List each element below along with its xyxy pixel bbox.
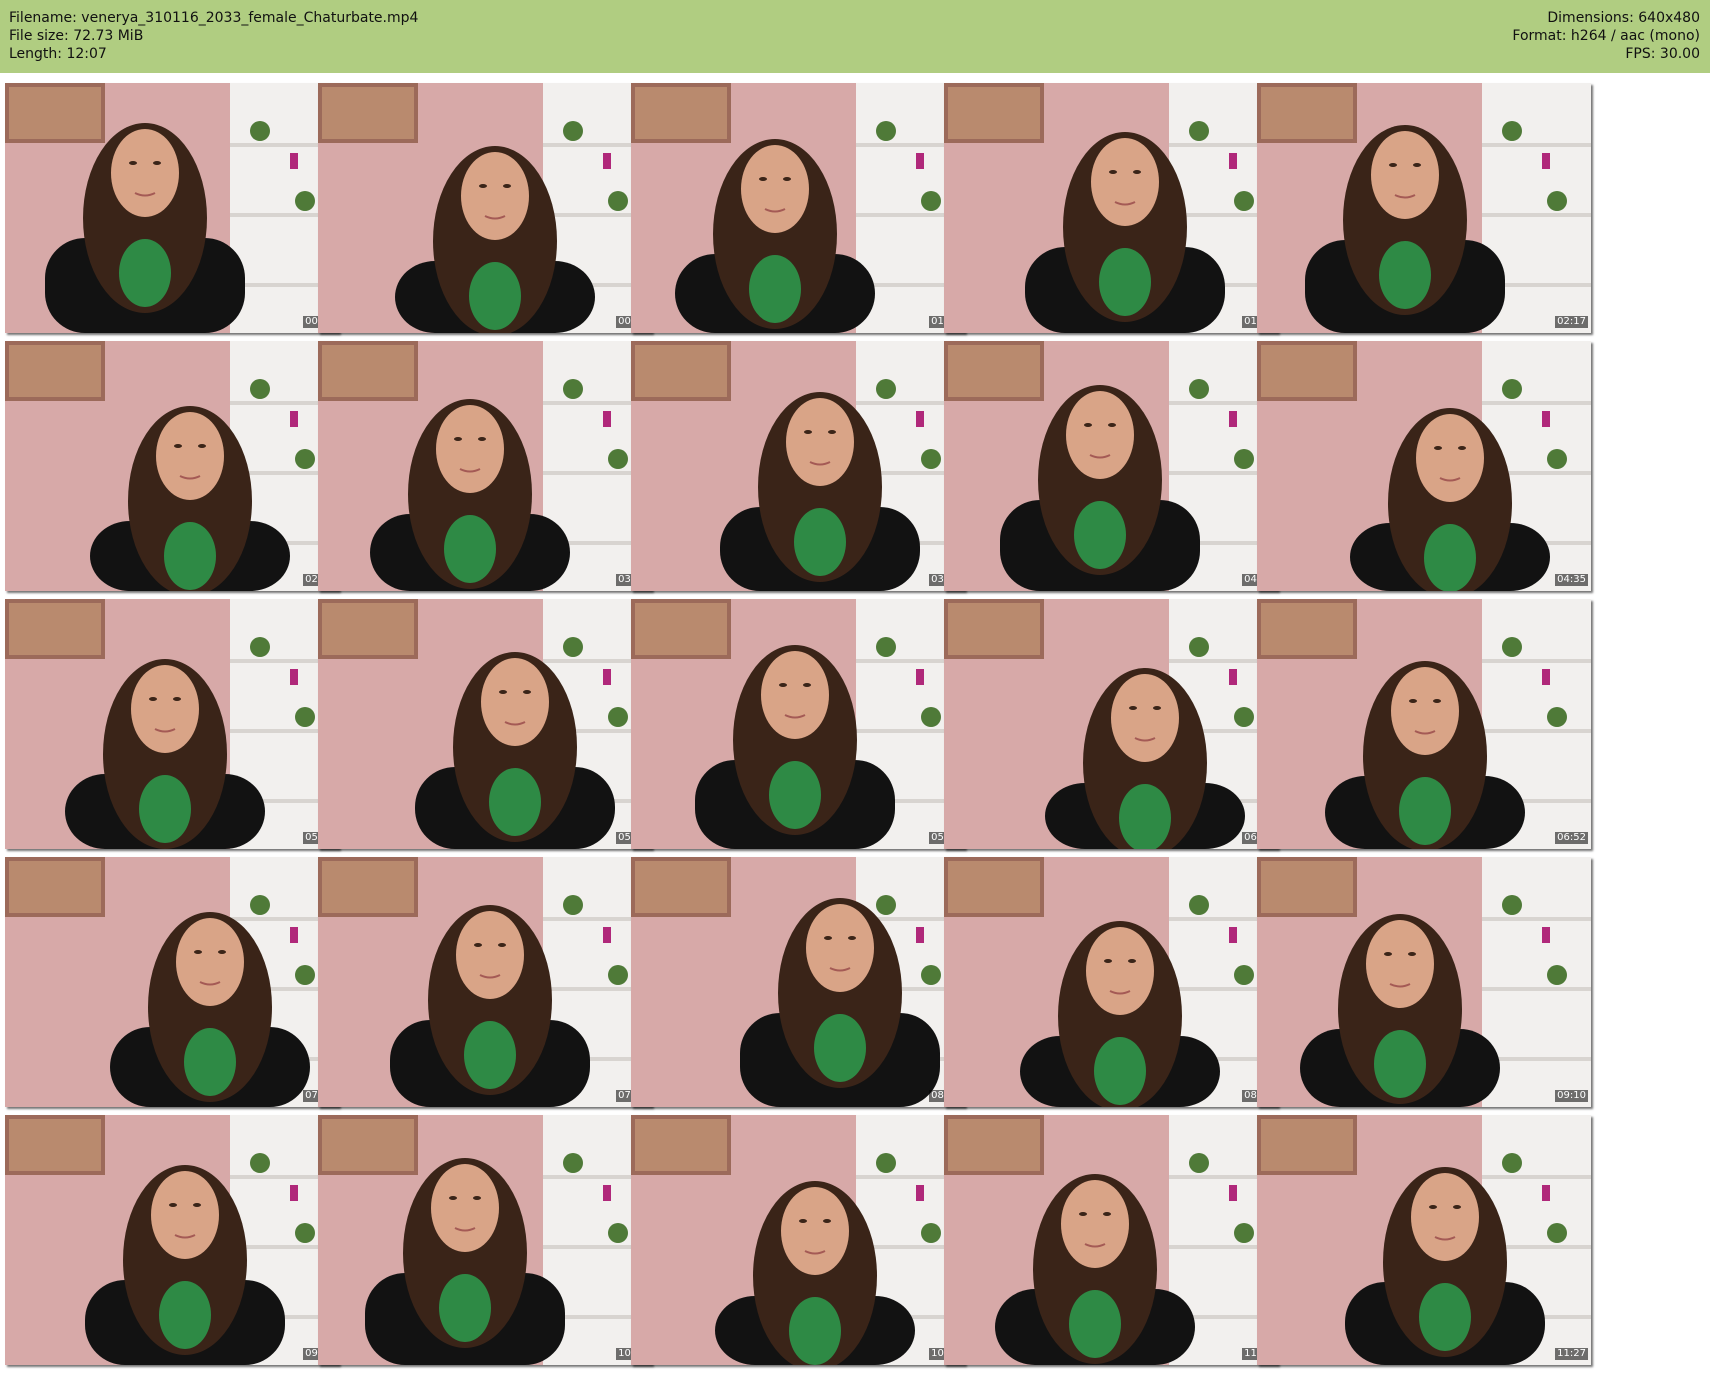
video-thumbnail[interactable]: 03:40 xyxy=(631,341,965,591)
video-thumbnail[interactable]: 08:42 xyxy=(944,857,1278,1107)
format-text: Format: h264 / aac (mono) xyxy=(1512,28,1700,44)
video-frame-image xyxy=(1257,1115,1591,1365)
video-thumbnail[interactable]: 05:02 xyxy=(5,599,339,849)
video-frame-image xyxy=(631,857,965,1107)
video-frame-image xyxy=(1257,341,1591,591)
thumbnail-timestamp: 11:27 xyxy=(1555,1348,1588,1360)
video-frame-image xyxy=(631,341,965,591)
video-frame-image xyxy=(318,341,652,591)
video-thumbnail[interactable]: 00:27 xyxy=(5,83,339,333)
video-thumbnail[interactable]: 06:25 xyxy=(944,599,1278,849)
video-frame-image xyxy=(5,599,339,849)
video-thumbnail[interactable]: 08:15 xyxy=(631,857,965,1107)
video-frame-image xyxy=(318,599,652,849)
video-thumbnail[interactable]: 05:30 xyxy=(318,599,652,849)
video-frame-image xyxy=(5,857,339,1107)
file-info-right: Dimensions: 640x480 Format: h264 / aac (… xyxy=(1512,9,1700,63)
video-frame-image xyxy=(631,83,965,333)
video-thumbnail[interactable]: 02:45 xyxy=(5,341,339,591)
video-frame-image xyxy=(318,857,652,1107)
video-frame-image xyxy=(944,1115,1278,1365)
video-thumbnail[interactable]: 07:47 xyxy=(318,857,652,1107)
video-frame-image xyxy=(5,1115,339,1365)
video-thumbnail[interactable]: 10:05 xyxy=(318,1115,652,1365)
thumbnail-timestamp: 02:17 xyxy=(1555,316,1588,328)
video-thumbnail[interactable]: 11:27 xyxy=(1257,1115,1591,1365)
video-frame-image xyxy=(1257,857,1591,1107)
video-thumbnail[interactable]: 10:32 xyxy=(631,1115,965,1365)
video-frame-image xyxy=(944,341,1278,591)
thumbnail-grid: 00:2700:5501:2201:50 02:17 02:4503:1203:40… xyxy=(0,73,1710,1373)
video-frame-image xyxy=(5,83,339,333)
video-thumbnail[interactable]: 04:07 xyxy=(944,341,1278,591)
fps-text: FPS: 30.00 xyxy=(1625,46,1700,62)
video-frame-image xyxy=(944,857,1278,1107)
length-text: Length: 12:07 xyxy=(9,46,107,62)
thumbnail-timestamp: 04:35 xyxy=(1555,574,1588,586)
video-frame-image xyxy=(318,83,652,333)
video-thumbnail[interactable]: 09:37 xyxy=(5,1115,339,1365)
video-frame-image xyxy=(318,1115,652,1365)
video-thumbnail[interactable]: 01:22 xyxy=(631,83,965,333)
video-thumbnail[interactable]: 09:10 xyxy=(1257,857,1591,1107)
video-thumbnail[interactable]: 07:20 xyxy=(5,857,339,1107)
thumbnail-timestamp: 06:52 xyxy=(1555,832,1588,844)
video-frame-image xyxy=(1257,83,1591,333)
video-frame-image xyxy=(1257,599,1591,849)
video-frame-image xyxy=(5,341,339,591)
video-thumbnail[interactable]: 02:17 xyxy=(1257,83,1591,333)
video-thumbnail[interactable]: 01:50 xyxy=(944,83,1278,333)
video-frame-image xyxy=(944,83,1278,333)
video-thumbnail[interactable]: 11:00 xyxy=(944,1115,1278,1365)
video-frame-image xyxy=(631,1115,965,1365)
video-thumbnail[interactable]: 00:55 xyxy=(318,83,652,333)
dimensions-text: Dimensions: 640x480 xyxy=(1547,10,1700,26)
video-thumbnail[interactable]: 05:57 xyxy=(631,599,965,849)
video-thumbnail[interactable]: 03:12 xyxy=(318,341,652,591)
file-info-left: Filename: venerya_310116_2033_female_Cha… xyxy=(9,9,418,63)
video-thumbnail[interactable]: 06:52 xyxy=(1257,599,1591,849)
filesize-text: File size: 72.73 MiB xyxy=(9,28,144,44)
thumbnail-timestamp: 09:10 xyxy=(1555,1090,1588,1102)
info-header: Filename: venerya_310116_2033_female_Cha… xyxy=(0,0,1710,73)
video-frame-image xyxy=(631,599,965,849)
video-thumbnail[interactable]: 04:35 xyxy=(1257,341,1591,591)
video-frame-image xyxy=(944,599,1278,849)
filename-text: Filename: venerya_310116_2033_female_Cha… xyxy=(9,10,419,26)
